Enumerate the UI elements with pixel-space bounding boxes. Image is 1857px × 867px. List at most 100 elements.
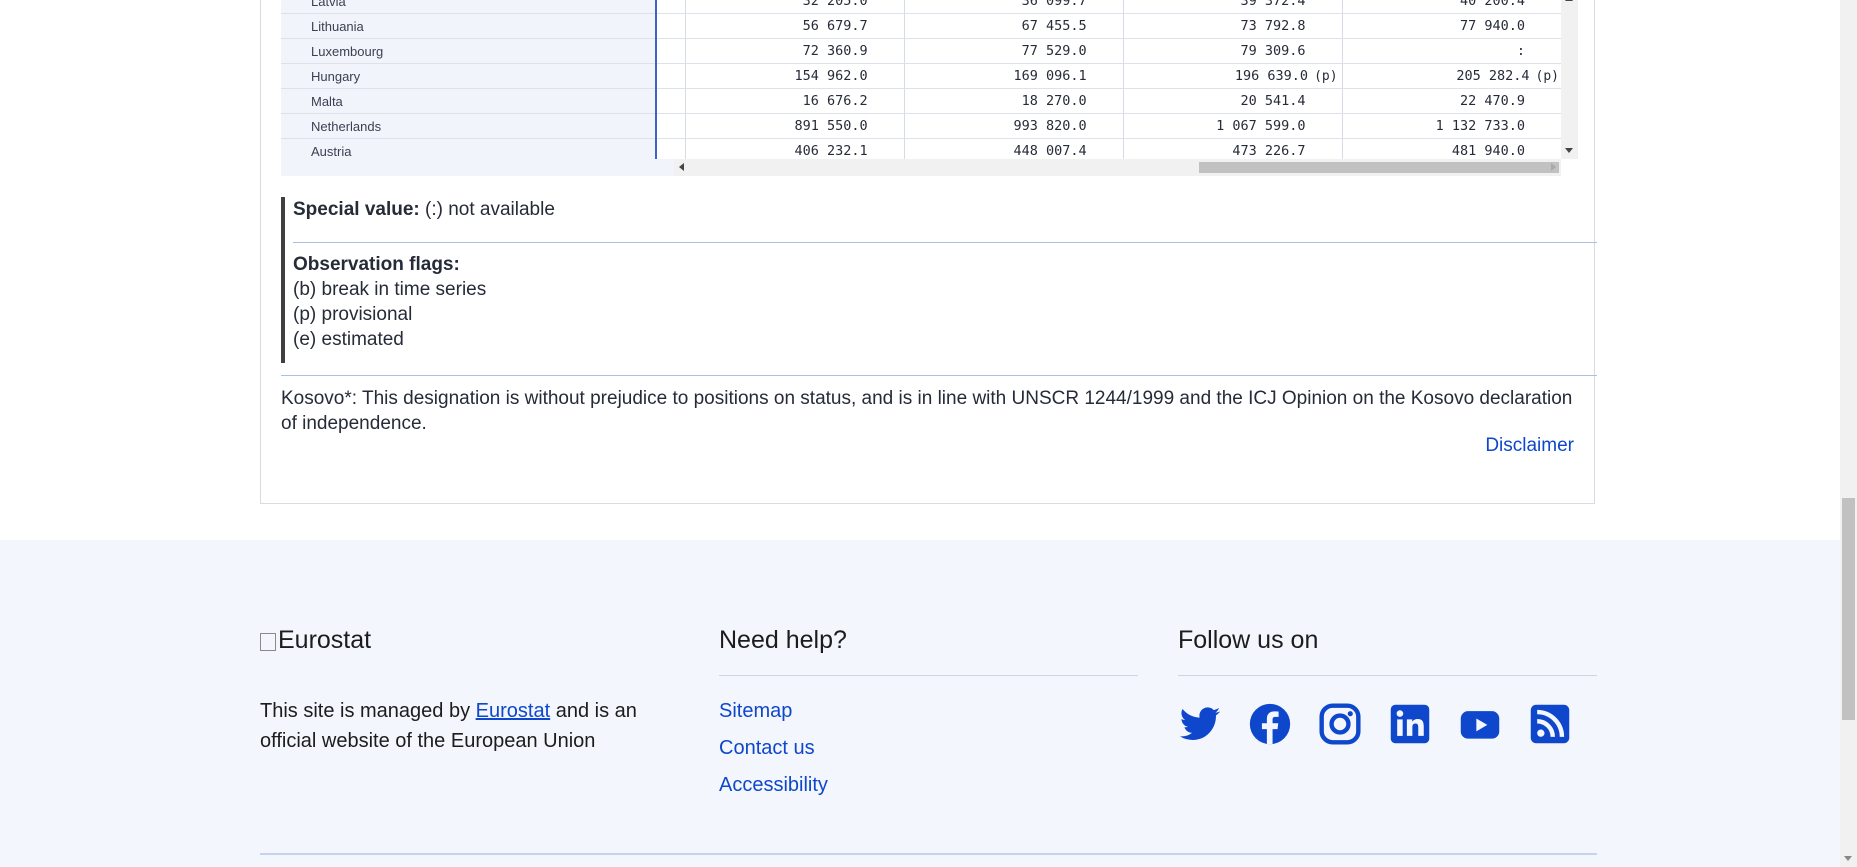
cell-value: 77 940.0 bbox=[1459, 18, 1525, 34]
accessibility-link[interactable]: Accessibility bbox=[719, 774, 828, 796]
value-cell: 154 962.0 bbox=[685, 63, 905, 89]
cell-value: 406 232.1 bbox=[794, 143, 868, 159]
spacer-cell bbox=[655, 38, 686, 64]
country-name: Malta bbox=[311, 93, 343, 109]
notes-divider bbox=[293, 242, 1597, 243]
scroll-right-arrow-icon[interactable] bbox=[1551, 163, 1556, 171]
cell-value: 481 940.0 bbox=[1451, 143, 1525, 159]
frozen-column-scroll-spacer bbox=[281, 159, 674, 176]
table-row: Hungary 154 962.0 169 096.1 196 639.0 (p) 205… bbox=[281, 63, 1561, 89]
footer-about-text: This site is managed by Eurostat and is … bbox=[260, 696, 680, 756]
flag-item: (b) break in time series bbox=[293, 279, 487, 300]
country-name: Latvia bbox=[311, 0, 346, 9]
country-cell: Latvia bbox=[281, 0, 657, 14]
scroll-down-arrow-icon[interactable] bbox=[1565, 148, 1573, 153]
page-scroll-down-arrow-icon[interactable] bbox=[1844, 856, 1852, 861]
eurostat-link[interactable]: Eurostat bbox=[476, 700, 550, 722]
table-horizontal-scrollbar[interactable] bbox=[674, 159, 1561, 176]
value-cell: 205 282.4 (p) bbox=[1342, 63, 1561, 89]
table-vertical-scrollbar[interactable] bbox=[1561, 0, 1578, 159]
value-cell: 18 270.0 bbox=[904, 88, 1124, 114]
country-cell: Hungary bbox=[281, 63, 657, 89]
value-cell: 56 679.7 bbox=[685, 13, 905, 39]
broken-image-icon bbox=[260, 632, 276, 651]
cell-value: 993 820.0 bbox=[1013, 118, 1087, 134]
cell-value: 39 372.4 bbox=[1240, 0, 1306, 9]
contact-us-link[interactable]: Contact us bbox=[719, 737, 815, 759]
help-links: Sitemap Contact us Accessibility bbox=[719, 693, 1138, 804]
value-cell: 79 309.6 bbox=[1123, 38, 1343, 64]
spacer-cell bbox=[655, 63, 686, 89]
horizontal-scroll-thumb[interactable] bbox=[1199, 162, 1559, 173]
spacer-cell bbox=[655, 113, 686, 139]
value-cell: 20 541.4 bbox=[1123, 88, 1343, 114]
value-cell: 32 205.0 bbox=[685, 0, 905, 14]
footer-help-column: Need help? Sitemap Contact us Accessibil… bbox=[719, 626, 1138, 804]
page-vertical-scrollbar[interactable] bbox=[1840, 0, 1857, 867]
value-cell: 1 132 733.0 bbox=[1342, 113, 1561, 139]
value-cell: 36 099.7 bbox=[904, 0, 1124, 14]
scroll-left-arrow-icon[interactable] bbox=[679, 163, 684, 171]
table-row: Netherlands 891 550.0 993 820.0 1 067 599.0… bbox=[281, 113, 1561, 139]
twitter-icon[interactable] bbox=[1178, 702, 1222, 746]
rss-icon[interactable] bbox=[1528, 702, 1572, 746]
value-cell: 67 455.5 bbox=[904, 13, 1124, 39]
value-cell: 73 792.8 bbox=[1123, 13, 1343, 39]
country-name: Luxembourg bbox=[311, 43, 384, 59]
disclaimer-link[interactable]: Disclaimer bbox=[1485, 435, 1574, 457]
table-row: Lithuania 56 679.7 67 455.5 73 792.8 77 940.… bbox=[281, 13, 1561, 39]
country-cell: Malta bbox=[281, 88, 657, 114]
spacer-cell bbox=[655, 0, 686, 14]
spacer-cell bbox=[655, 13, 686, 39]
cell-value: 77 529.0 bbox=[1021, 43, 1087, 59]
eurostat-logo[interactable]: Eurostat bbox=[260, 626, 680, 655]
cell-value: 1 067 599.0 bbox=[1216, 118, 1306, 134]
data-card: Latvia 32 205.0 36 099.7 39 372.4 40 200.4 Li… bbox=[260, 0, 1597, 504]
cell-value: 36 099.7 bbox=[1021, 0, 1087, 9]
observation-flags-label: Observation flags: bbox=[293, 254, 460, 275]
youtube-icon[interactable] bbox=[1458, 702, 1502, 746]
instagram-icon[interactable] bbox=[1318, 702, 1362, 746]
sitemap-link[interactable]: Sitemap bbox=[719, 700, 792, 722]
flag-item: (e) estimated bbox=[293, 329, 404, 350]
country-name: Hungary bbox=[311, 68, 361, 84]
cell-value: 154 962.0 bbox=[794, 68, 868, 84]
spacer-cell bbox=[655, 88, 686, 114]
linkedin-icon[interactable] bbox=[1388, 702, 1432, 746]
value-cell: 891 550.0 bbox=[685, 113, 905, 139]
follow-divider bbox=[1178, 675, 1597, 676]
value-cell: 1 067 599.0 bbox=[1123, 113, 1343, 139]
cell-value: 205 282.4 bbox=[1456, 68, 1530, 84]
cell-value: 20 541.4 bbox=[1240, 93, 1306, 109]
table-row: Latvia 32 205.0 36 099.7 39 372.4 40 200.4 bbox=[281, 0, 1561, 14]
follow-us-heading: Follow us on bbox=[1178, 626, 1319, 654]
value-cell: 77 529.0 bbox=[904, 38, 1124, 64]
cell-flag: (p) bbox=[1535, 69, 1559, 84]
value-cell: 39 372.4 bbox=[1123, 0, 1343, 14]
cell-value: 40 200.4 bbox=[1459, 0, 1525, 9]
data-table-viewport[interactable]: Latvia 32 205.0 36 099.7 39 372.4 40 200.4 Li… bbox=[281, 0, 1578, 177]
table-row: Luxembourg 72 360.9 77 529.0 79 309.6: bbox=[281, 38, 1561, 64]
footer-bottom-divider bbox=[260, 853, 1597, 855]
value-cell: 16 676.2 bbox=[685, 88, 905, 114]
social-links bbox=[1178, 702, 1597, 746]
cell-value: 448 007.4 bbox=[1013, 143, 1087, 159]
country-name: Lithuania bbox=[311, 18, 364, 34]
cell-value: 22 470.9 bbox=[1459, 93, 1525, 109]
table-notes: Special value: (:) not available Observa… bbox=[281, 197, 1597, 363]
need-help-heading: Need help? bbox=[719, 626, 847, 654]
cell-value: 32 205.0 bbox=[802, 0, 868, 9]
country-name: Netherlands bbox=[311, 118, 382, 134]
kosovo-note: Kosovo*: This designation is without pre… bbox=[281, 388, 1573, 434]
about-prefix: This site is managed by bbox=[260, 700, 476, 722]
country-cell: Luxembourg bbox=[281, 38, 657, 64]
scroll-up-arrow-icon[interactable] bbox=[1565, 0, 1573, 1]
country-cell: Lithuania bbox=[281, 13, 657, 39]
page-scroll-thumb[interactable] bbox=[1842, 498, 1855, 720]
data-table: Latvia 32 205.0 36 099.7 39 372.4 40 200.4 Li… bbox=[281, 0, 1561, 164]
cell-value: 169 096.1 bbox=[1013, 68, 1087, 84]
facebook-icon[interactable] bbox=[1248, 702, 1292, 746]
cell-value: 56 679.7 bbox=[802, 18, 868, 34]
value-cell: : bbox=[1342, 38, 1561, 64]
cell-value: 891 550.0 bbox=[794, 118, 868, 134]
